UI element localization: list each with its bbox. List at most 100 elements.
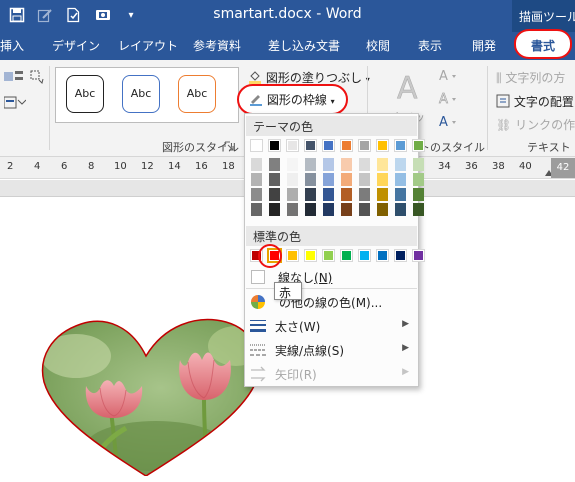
theme-shade-swatch[interactable]	[395, 173, 406, 186]
theme-color-swatch[interactable]	[340, 139, 353, 152]
theme-shade-swatch[interactable]	[341, 158, 352, 171]
theme-shade-swatch[interactable]	[413, 188, 424, 201]
theme-color-swatch[interactable]	[286, 139, 299, 152]
theme-color-swatch[interactable]	[394, 139, 407, 152]
theme-shade-swatch[interactable]	[341, 188, 352, 201]
theme-shade-swatch[interactable]	[341, 203, 352, 216]
theme-shade-swatch[interactable]	[323, 188, 334, 201]
tab-review[interactable]: 校閲	[366, 32, 390, 60]
theme-shade-swatch[interactable]	[395, 188, 406, 201]
theme-shade-swatch[interactable]	[413, 158, 424, 171]
theme-shade-swatch[interactable]	[377, 188, 388, 201]
theme-shade-swatch[interactable]	[413, 173, 424, 186]
arrange-icon[interactable]	[4, 70, 26, 84]
theme-shade-swatch[interactable]	[359, 158, 370, 171]
tab-view[interactable]: 表示	[418, 32, 442, 60]
theme-shade-swatch[interactable]	[305, 158, 316, 171]
theme-shade-swatch[interactable]	[287, 173, 298, 186]
theme-shade-swatch[interactable]	[359, 203, 370, 216]
theme-shade-swatch[interactable]	[287, 188, 298, 201]
quick-styles-icon[interactable]: A	[394, 68, 428, 108]
theme-shade-swatch[interactable]	[287, 203, 298, 216]
theme-shade-swatch[interactable]	[251, 173, 262, 186]
standard-color-swatch[interactable]	[286, 249, 299, 262]
text-effects-icon[interactable]: A	[438, 114, 458, 130]
standard-color-swatch[interactable]	[376, 249, 389, 262]
theme-shade-swatch[interactable]	[269, 203, 280, 216]
ruler-tick: 34	[438, 161, 451, 172]
theme-shade-swatch[interactable]	[251, 203, 262, 216]
theme-shade-swatch[interactable]	[377, 173, 388, 186]
theme-shade-swatch[interactable]	[305, 173, 316, 186]
arrows-item[interactable]: 矢印(R) ▶	[245, 363, 418, 385]
theme-shade-swatch[interactable]	[269, 158, 280, 171]
theme-shade-swatch[interactable]	[251, 188, 262, 201]
theme-shade-swatch[interactable]	[269, 173, 280, 186]
text-box-icon[interactable]	[3, 96, 27, 110]
create-link-button[interactable]: ⛓ リンクの作成	[496, 116, 575, 133]
text-outline-icon[interactable]: A	[438, 91, 458, 107]
no-outline-swatch	[251, 270, 265, 284]
theme-shade-swatch[interactable]	[395, 203, 406, 216]
theme-shade-swatch[interactable]	[395, 158, 406, 171]
theme-shade-swatch[interactable]	[251, 158, 262, 171]
theme-shade-swatch[interactable]	[359, 173, 370, 186]
theme-shade-swatch[interactable]	[287, 158, 298, 171]
standard-color-swatch[interactable]	[358, 249, 371, 262]
svg-text:A: A	[439, 69, 448, 84]
standard-color-swatch[interactable]	[322, 249, 335, 262]
theme-color-swatch[interactable]	[250, 139, 263, 152]
text-fill-icon[interactable]: A	[438, 68, 458, 84]
text-direction-button[interactable]: ⫼ 文字列の方	[496, 69, 565, 86]
theme-shade-swatch[interactable]	[305, 203, 316, 216]
standard-color-swatch[interactable]	[340, 249, 353, 262]
standard-color-swatch[interactable]	[412, 249, 425, 262]
align-text-button[interactable]: 文字の配置	[496, 93, 574, 111]
tab-format[interactable]: 書式	[514, 29, 572, 59]
theme-shade-swatch[interactable]	[305, 188, 316, 201]
tab-design[interactable]: デザイン	[52, 32, 100, 60]
no-outline-item[interactable]: 線なし(N)	[245, 266, 418, 288]
theme-shade-swatch[interactable]	[377, 203, 388, 216]
theme-shade-swatch[interactable]	[359, 188, 370, 201]
dashes-item[interactable]: 実線/点線(S) ▶	[245, 339, 418, 361]
standard-color-swatch[interactable]	[394, 249, 407, 262]
theme-shade-swatch[interactable]	[377, 158, 388, 171]
theme-color-swatch[interactable]	[376, 139, 389, 152]
color-wheel-icon	[249, 294, 267, 310]
theme-color-swatch[interactable]	[304, 139, 317, 152]
theme-color-swatch[interactable]	[358, 139, 371, 152]
edit-shape-dropdown-icon[interactable]	[30, 70, 44, 84]
title-bar: ▾ smartart.docx - Word 描画ツール	[0, 0, 575, 32]
ruler-end-value: 42	[551, 158, 575, 178]
dialog-launcher-icon[interactable]	[224, 141, 234, 151]
dashes-label: 実線/点線	[275, 344, 328, 358]
tab-mailings[interactable]: 差し込み文書	[268, 32, 340, 60]
shape-style-blue[interactable]: Abc	[122, 75, 160, 113]
theme-color-swatch[interactable]	[322, 139, 335, 152]
theme-shade-swatch[interactable]	[323, 158, 334, 171]
ruler-tick: 36	[465, 161, 478, 172]
shape-style-black[interactable]: Abc	[66, 75, 104, 113]
more-outline-colors-item[interactable]: の他の線の色(M)...	[245, 291, 418, 313]
theme-shade-swatch[interactable]	[269, 188, 280, 201]
theme-shade-swatch[interactable]	[413, 203, 424, 216]
shape-outline-button[interactable]: 図形の枠線 ▾	[237, 84, 348, 115]
theme-color-swatch[interactable]	[412, 139, 425, 152]
tab-developer[interactable]: 開発	[472, 32, 496, 60]
pen-icon	[249, 92, 263, 109]
no-outline-key: (N)	[314, 271, 333, 285]
tab-layout[interactable]: レイアウト	[118, 32, 178, 60]
theme-shade-swatch[interactable]	[341, 173, 352, 186]
tab-references[interactable]: 参考資料	[193, 32, 241, 60]
weight-item[interactable]: 太さ(W) ▶	[245, 315, 418, 337]
theme-color-swatch[interactable]	[268, 139, 281, 152]
ruler-tick: 38	[492, 161, 505, 172]
theme-shade-swatch[interactable]	[323, 203, 334, 216]
shape-style-orange[interactable]: Abc	[178, 75, 216, 113]
tab-insert[interactable]: 挿入	[0, 32, 24, 60]
ruler-tick: 40	[519, 161, 532, 172]
ruler-tick: 14	[168, 161, 181, 172]
standard-color-swatch[interactable]	[304, 249, 317, 262]
theme-shade-swatch[interactable]	[323, 173, 334, 186]
